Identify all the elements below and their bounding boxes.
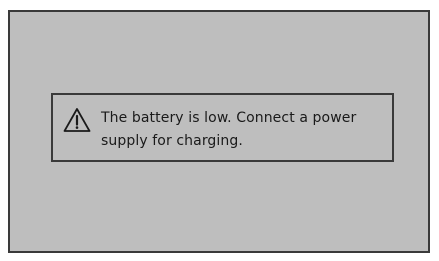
alert-message: The battery is low. Connect a power supp… <box>101 107 386 153</box>
device-screen: The battery is low. Connect a power supp… <box>8 10 430 253</box>
alert-message-line-1: The battery is low. Connect a power <box>101 110 357 126</box>
alert-message-line-2: supply for charging. <box>101 133 243 149</box>
warning-triangle-icon <box>63 108 91 132</box>
low-battery-alert: The battery is low. Connect a power supp… <box>51 93 394 162</box>
